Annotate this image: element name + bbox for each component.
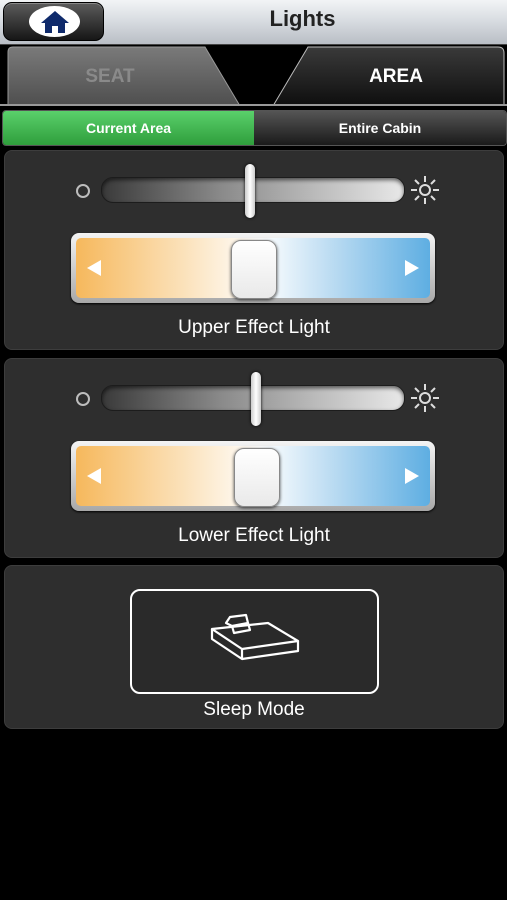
arrow-left-icon[interactable] xyxy=(87,468,101,484)
sleep-mode-button[interactable] xyxy=(130,589,379,694)
arrow-right-icon[interactable] xyxy=(405,468,419,484)
header-bar: Lights xyxy=(0,0,507,45)
panel-label: Upper Effect Light xyxy=(178,317,330,338)
color-temperature-track xyxy=(76,238,430,299)
brightness-icon xyxy=(411,176,439,204)
upper-effect-light-panel: Upper Effect Light xyxy=(4,150,504,350)
arrow-left-icon[interactable] xyxy=(87,260,101,276)
brightness-slider-thumb[interactable] xyxy=(245,164,256,218)
tab-area[interactable]: AREA xyxy=(346,66,446,88)
brightness-slider[interactable] xyxy=(101,372,405,426)
panel-label: Lower Effect Light xyxy=(178,525,330,546)
tab-bar: SEAT AREA xyxy=(0,44,507,106)
page-title: Lights xyxy=(269,6,336,31)
color-temperature-slider[interactable] xyxy=(71,233,435,303)
area-scope-segmented: Current Area Entire Cabin xyxy=(2,110,507,146)
brightness-icon xyxy=(411,384,439,412)
color-temperature-thumb[interactable] xyxy=(234,448,281,507)
color-temperature-track xyxy=(76,446,430,507)
bed-icon xyxy=(210,613,300,661)
lower-effect-light-panel: Lower Effect Light xyxy=(4,358,504,558)
dim-icon xyxy=(76,184,90,198)
color-temperature-slider[interactable] xyxy=(71,441,435,511)
brightness-slider[interactable] xyxy=(101,164,405,218)
segment-entire-cabin[interactable]: Entire Cabin xyxy=(254,111,506,145)
sleep-mode-panel: Sleep Mode xyxy=(4,565,504,729)
dim-icon xyxy=(76,392,90,406)
tab-seat[interactable]: SEAT xyxy=(60,66,160,88)
sleep-mode-label: Sleep Mode xyxy=(203,699,305,720)
segment-current-area[interactable]: Current Area xyxy=(3,111,254,145)
arrow-right-icon[interactable] xyxy=(405,260,419,276)
color-temperature-thumb[interactable] xyxy=(231,240,277,299)
brightness-slider-thumb[interactable] xyxy=(250,372,261,426)
